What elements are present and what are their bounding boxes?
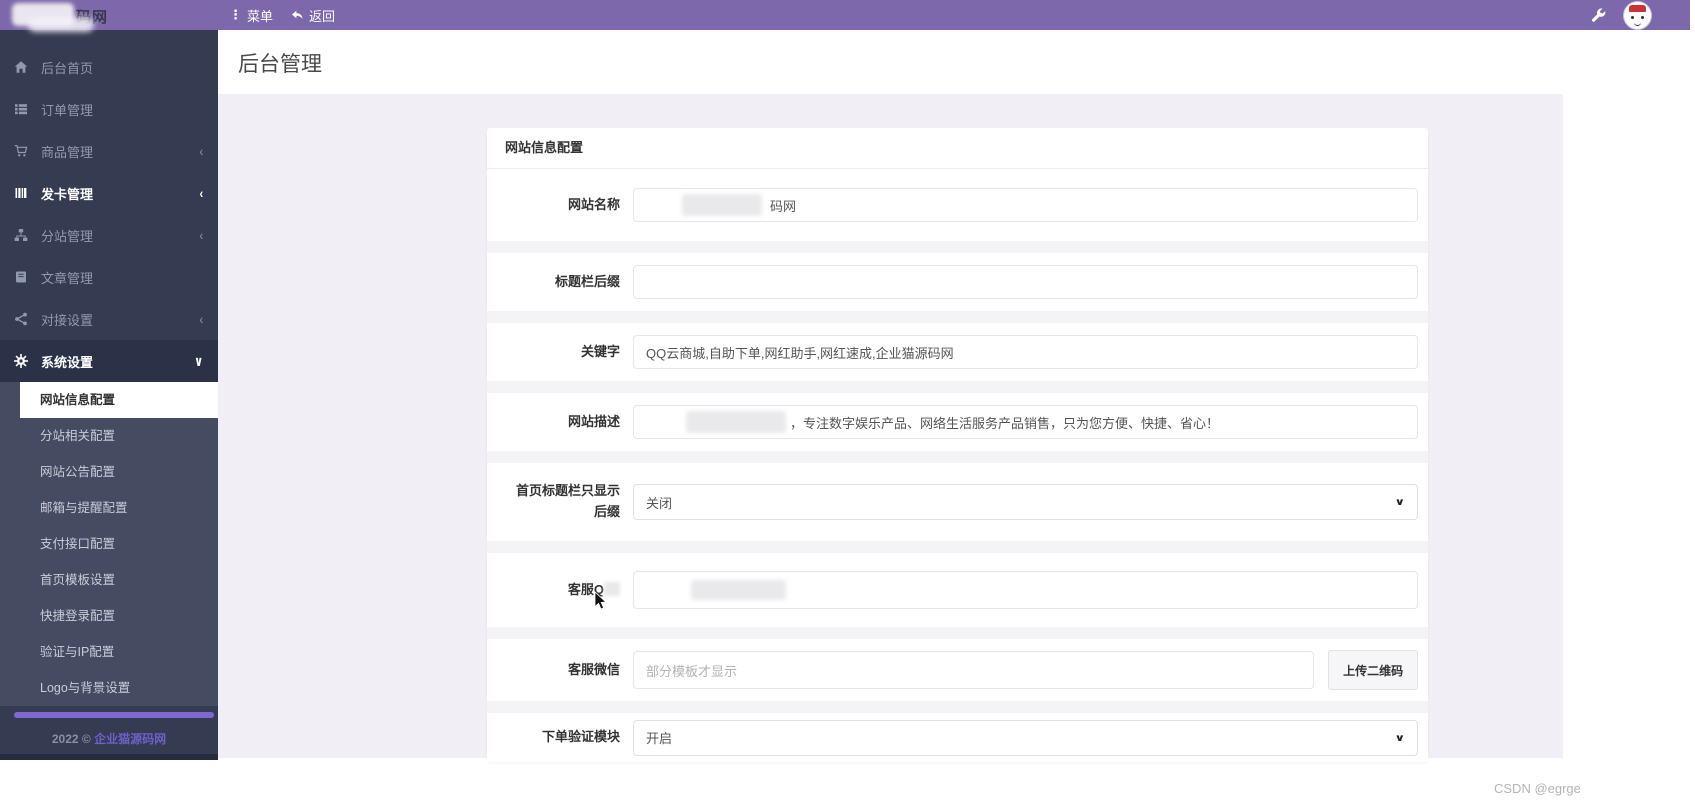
submenu-item-home-template[interactable]: 首页模板设置 xyxy=(0,562,218,598)
menu-label: 菜单 xyxy=(247,6,273,25)
sidebar: 后台首页 订单管理 商品管理 ‹ 发卡管理 xyxy=(0,30,218,760)
censored-blur xyxy=(691,580,786,600)
submenu-item-email-config[interactable]: 邮箱与提醒配置 xyxy=(0,490,218,526)
sidebar-bottom-edge xyxy=(0,754,218,760)
title-suffix-label: 标题栏后缀 xyxy=(495,253,620,311)
avatar[interactable] xyxy=(1624,2,1651,29)
sidebar-footer: 2022 © 企业猫源码网 xyxy=(0,730,218,747)
title-suffix-only-label: 首页标题栏只显示 后缀 xyxy=(495,463,620,541)
submenu-item-site-info[interactable]: 网站信息配置 xyxy=(20,382,218,418)
title-suffix-input[interactable] xyxy=(633,265,1418,299)
sidebar-item-orders[interactable]: 订单管理 xyxy=(0,88,218,130)
keywords-input[interactable]: QQ云商城,自助下单,网红助手,网红速成,企业猫源码网 xyxy=(633,335,1418,369)
admin-window: 码网 ⋮ 菜单 返回 xyxy=(0,0,1695,806)
system-settings-submenu: 网站信息配置 分站相关配置 网站公告配置 邮箱与提醒配置 支付接口配置 首页模板… xyxy=(0,382,218,706)
topbar: 码网 ⋮ 菜单 返回 xyxy=(0,0,1690,30)
site-name-input[interactable]: 码网 xyxy=(633,188,1418,222)
input-placeholder: 部分模板才显示 xyxy=(646,661,737,680)
censored-blur xyxy=(682,194,762,216)
upload-qrcode-button[interactable]: 上传二维码 xyxy=(1328,650,1418,690)
sidebar-nav: 后台首页 订单管理 商品管理 ‹ 发卡管理 xyxy=(0,30,218,706)
sidebar-item-cards[interactable]: 发卡管理 ‹ xyxy=(0,172,218,214)
footer-brand-link[interactable]: 企业猫源码网 xyxy=(94,732,166,746)
barcode-icon xyxy=(14,186,30,200)
censored-blur xyxy=(686,411,786,433)
description-label: 网站描述 xyxy=(495,393,620,451)
form-row-order-verify: 下单验证模块 开启 ∨ xyxy=(487,713,1428,762)
form-row-service-qq: 客服Q xyxy=(487,553,1428,627)
order-verify-label: 下单验证模块 xyxy=(495,713,620,762)
sidebar-scrollbar[interactable] xyxy=(14,712,214,718)
sidebar-item-products[interactable]: 商品管理 ‹ xyxy=(0,130,218,172)
cart-icon xyxy=(14,144,30,158)
description-input[interactable]: ，专注数字娱乐产品、网络生活服务产品销售，只为您方便、快捷、省心！ xyxy=(633,405,1418,439)
chevron-left-icon: ‹ xyxy=(200,227,204,243)
page-title: 后台管理 xyxy=(238,48,1563,78)
service-wechat-label: 客服微信 xyxy=(495,639,620,701)
order-verify-select[interactable]: 开启 ∨ xyxy=(633,720,1418,756)
submenu-item-substation-config[interactable]: 分站相关配置 xyxy=(0,418,218,454)
sitemap-icon xyxy=(14,228,30,242)
submenu-item-verify-ip[interactable]: 验证与IP配置 xyxy=(0,634,218,670)
avatar-hat xyxy=(1629,5,1646,12)
form-row-title-suffix-only: 首页标题栏只显示 后缀 关闭 ∨ xyxy=(487,463,1428,541)
sidebar-item-docking[interactable]: 对接设置 ‹ xyxy=(0,298,218,340)
form-row-description: 网站描述 ，专注数字娱乐产品、网络生活服务产品销售，只为您方便、快捷、省心！ xyxy=(487,393,1428,451)
keywords-label: 关键字 xyxy=(495,323,620,381)
menu-icon: ⋮ xyxy=(229,7,242,23)
submenu-item-announcement-config[interactable]: 网站公告配置 xyxy=(0,454,218,490)
sidebar-item-dashboard[interactable]: 后台首页 xyxy=(0,46,218,88)
back-arrow-icon xyxy=(291,9,304,22)
back-button[interactable]: 返回 xyxy=(291,0,335,30)
submenu-item-payment-config[interactable]: 支付接口配置 xyxy=(0,526,218,562)
menu-toggle-button[interactable]: ⋮ 菜单 xyxy=(229,0,273,30)
chevron-left-icon: ‹ xyxy=(200,143,204,159)
share-icon xyxy=(14,312,30,326)
sidebar-item-articles[interactable]: 文章管理 xyxy=(0,256,218,298)
chevron-left-icon: ‹ xyxy=(200,311,204,327)
censored-blur xyxy=(28,17,94,32)
book-icon xyxy=(14,270,30,284)
card-title: 网站信息配置 xyxy=(487,128,1428,169)
back-label: 返回 xyxy=(309,6,335,25)
form-row-service-wechat: 客服微信 部分模板才显示 上传二维码 xyxy=(487,639,1428,701)
service-wechat-input[interactable]: 部分模板才显示 xyxy=(633,651,1314,689)
form-row-keywords: 关键字 QQ云商城,自助下单,网红助手,网红速成,企业猫源码网 xyxy=(487,323,1428,381)
chevron-down-icon: ∨ xyxy=(1394,496,1405,508)
title-suffix-only-select[interactable]: 关闭 ∨ xyxy=(633,484,1418,520)
site-info-card: 网站信息配置 网站名称 码网 标题栏后缀 xyxy=(487,128,1428,762)
gear-icon xyxy=(14,354,30,368)
wrench-icon[interactable] xyxy=(1590,7,1606,23)
content-area: 网站信息配置 网站名称 码网 标题栏后缀 xyxy=(218,94,1563,758)
chevron-down-icon: ∨ xyxy=(194,353,203,370)
list-icon xyxy=(14,102,30,116)
mouse-cursor xyxy=(594,591,607,610)
page-header: 后台管理 xyxy=(218,30,1563,94)
form-row-site-name: 网站名称 码网 xyxy=(487,169,1428,241)
site-name-label: 网站名称 xyxy=(495,169,620,241)
site-logo[interactable]: 码网 xyxy=(0,0,218,30)
sidebar-item-system-settings[interactable]: 系统设置 ∨ xyxy=(0,340,218,382)
topbar-actions xyxy=(1590,0,1651,30)
site-info-form: 网站名称 码网 标题栏后缀 xyxy=(487,169,1428,762)
form-row-title-suffix: 标题栏后缀 xyxy=(487,253,1428,311)
chevron-down-icon: ∨ xyxy=(1394,732,1405,744)
submenu-item-logo-background[interactable]: Logo与背景设置 xyxy=(0,670,218,706)
chevron-left-icon: ‹ xyxy=(200,185,204,201)
submenu-item-quick-login[interactable]: 快捷登录配置 xyxy=(0,598,218,634)
watermark: CSDN @egrge xyxy=(1494,781,1581,796)
home-icon xyxy=(14,60,30,74)
service-qq-input[interactable] xyxy=(633,571,1418,609)
service-qq-label: 客服Q xyxy=(495,553,620,627)
sidebar-item-substations[interactable]: 分站管理 ‹ xyxy=(0,214,218,256)
